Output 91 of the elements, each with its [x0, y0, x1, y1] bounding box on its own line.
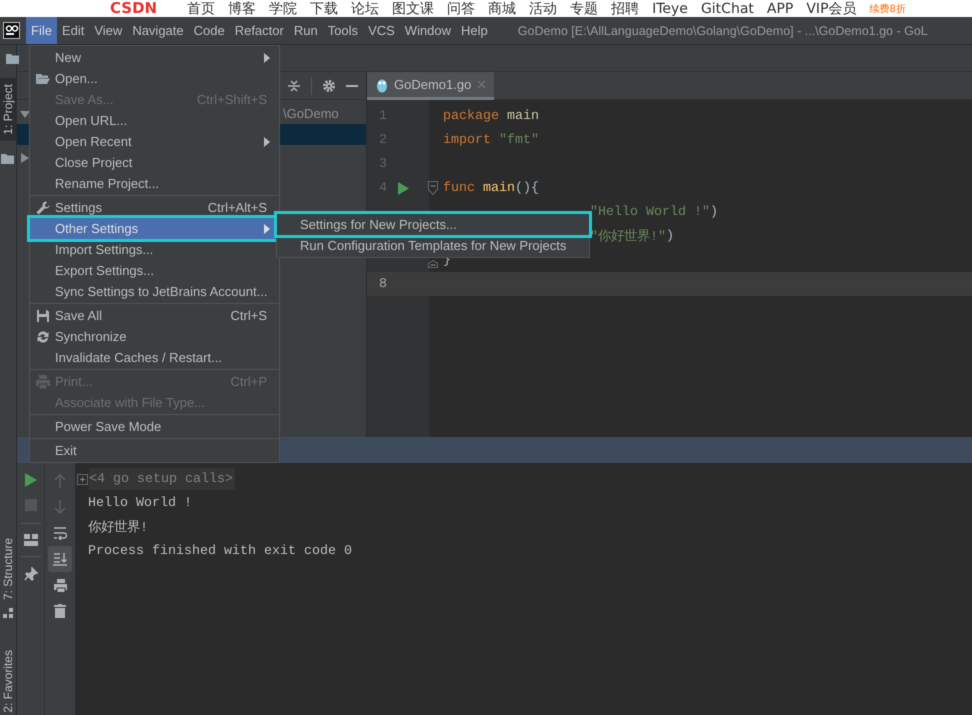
trash-icon[interactable] [53, 604, 67, 618]
menu-item[interactable]: Settings Ctrl+Alt+S [30, 197, 279, 218]
menu-item[interactable]: Other Settings [30, 218, 279, 239]
menu-item[interactable]: Import Settings... [30, 239, 279, 260]
nav-link[interactable]: 博客 [228, 0, 256, 17]
code-keyword: func [443, 180, 475, 196]
menu-item[interactable]: Save All Ctrl+S [30, 305, 279, 326]
menu-item[interactable]: VCS [363, 17, 400, 44]
menu-item[interactable]: Invalidate Caches / Restart... [30, 347, 279, 368]
menu-item[interactable]: Code [188, 17, 230, 44]
nav-link[interactable]: VIP会员 [806, 0, 857, 17]
tool-window-button[interactable]: 7: Structure [0, 532, 16, 606]
nav-link[interactable]: 图文课 [392, 0, 434, 17]
code-text: (){ [515, 180, 539, 196]
console-output: Process finished with exit code 0 [88, 544, 352, 558]
string-literal: "Hello World !" [590, 204, 710, 220]
tool-window-button[interactable]: 2: Favorites [0, 644, 16, 715]
fold-icon[interactable] [428, 181, 438, 195]
menu-item[interactable]: Edit [56, 17, 90, 44]
string-literal: "fmt" [498, 132, 539, 148]
menu-item[interactable]: Open... [30, 68, 279, 89]
structure-icon [2, 608, 14, 620]
code-keyword: import [443, 132, 491, 148]
string-literal: "你好世界!" [590, 228, 666, 245]
folder-icon [5, 51, 21, 65]
menu-item[interactable]: File [26, 17, 57, 44]
scroll-end-button[interactable] [48, 546, 72, 572]
tree-item[interactable]: \GoDemo [283, 106, 339, 121]
menu-item[interactable]: Synchronize [30, 326, 279, 347]
nav-link[interactable]: GitChat [700, 0, 754, 16]
console-output: 你好世界! [88, 518, 148, 536]
code-text: ) [710, 204, 718, 220]
menu-item[interactable]: Window [400, 17, 456, 44]
nav-link[interactable]: 论坛 [351, 0, 380, 17]
logo: CSDN [110, 0, 158, 17]
code-text: ) [666, 228, 674, 244]
tab-label: GoDemo1.go [394, 77, 472, 92]
menu-item[interactable]: Settings for New Projects... [277, 214, 589, 235]
menu-item[interactable]: Export Settings... [30, 260, 279, 281]
nav-link[interactable]: 学院 [269, 0, 298, 17]
function-name: main [482, 180, 515, 196]
run-icon[interactable] [398, 182, 409, 194]
line-number: 8 [378, 276, 387, 292]
printer-icon[interactable] [53, 578, 67, 592]
pin-icon[interactable] [24, 567, 38, 581]
menu-item[interactable]: Close Project [30, 152, 279, 173]
expanded-arrow-icon[interactable] [20, 108, 30, 118]
menu-item[interactable]: View [89, 17, 128, 44]
layout-icon[interactable] [24, 534, 38, 546]
nav-link[interactable]: 招聘 [611, 0, 640, 17]
scroll-end-icon [53, 552, 67, 566]
folded-output[interactable]: <4 go setup calls> [89, 468, 235, 490]
menu-item[interactable]: Navigate [127, 17, 189, 44]
run-icon[interactable] [24, 473, 36, 487]
menu-item[interactable]: Run [288, 17, 323, 44]
wrench-icon [35, 200, 51, 216]
gopher-icon [376, 76, 388, 92]
fold-icon[interactable] [428, 260, 438, 268]
soft-wrap-icon[interactable] [53, 526, 67, 540]
nav-link[interactable]: ITeye [652, 0, 688, 16]
app-icon [3, 22, 20, 39]
menu-item[interactable]: Open URL... [30, 110, 279, 131]
printer-icon [35, 374, 51, 390]
menu-item[interactable]: Help [456, 17, 493, 44]
nav-link[interactable]: 问答 [447, 0, 476, 17]
menu-item[interactable]: New [30, 47, 279, 68]
menu-item[interactable]: Run Configuration Templates for New Projects [277, 235, 589, 256]
collapsed-arrow-icon[interactable] [20, 152, 30, 162]
nav-link[interactable]: 下载 [310, 0, 338, 17]
nav-link[interactable]: 首页 [187, 0, 216, 17]
menu-item[interactable]: Open Recent [30, 131, 279, 152]
menu-item[interactable]: Refactor [230, 17, 289, 44]
nav-link[interactable]: APP [766, 0, 794, 16]
menu-item[interactable]: Tools [322, 17, 364, 44]
menu-item[interactable]: Power Save Mode [30, 416, 279, 437]
code-keyword: package [443, 108, 499, 124]
tool-window-button[interactable]: 1: Project [0, 78, 16, 141]
expand-icon[interactable] [77, 474, 88, 484]
menu-item[interactable]: Sync Settings to JetBrains Account... [30, 281, 279, 302]
menu-item[interactable]: Rename Project... [30, 173, 279, 194]
sync-icon [35, 328, 51, 344]
code-text: main [506, 108, 539, 124]
nav-link[interactable]: 专题 [570, 0, 598, 17]
nav-link[interactable]: 活动 [529, 0, 558, 17]
collapse-all-icon[interactable] [287, 78, 301, 92]
editor-tab[interactable]: GoDemo1.go [367, 72, 494, 100]
promo-label: 续费8折 [870, 2, 906, 16]
console-output: Hello World ! [88, 496, 192, 510]
window-title: GoDemo [E:\AllLanguageDemo\Golang\GoDemo] - ...\GoDemo1.go - GoL [518, 24, 928, 38]
nav-link[interactable]: 商城 [488, 0, 516, 17]
settings-icon[interactable] [322, 78, 336, 92]
